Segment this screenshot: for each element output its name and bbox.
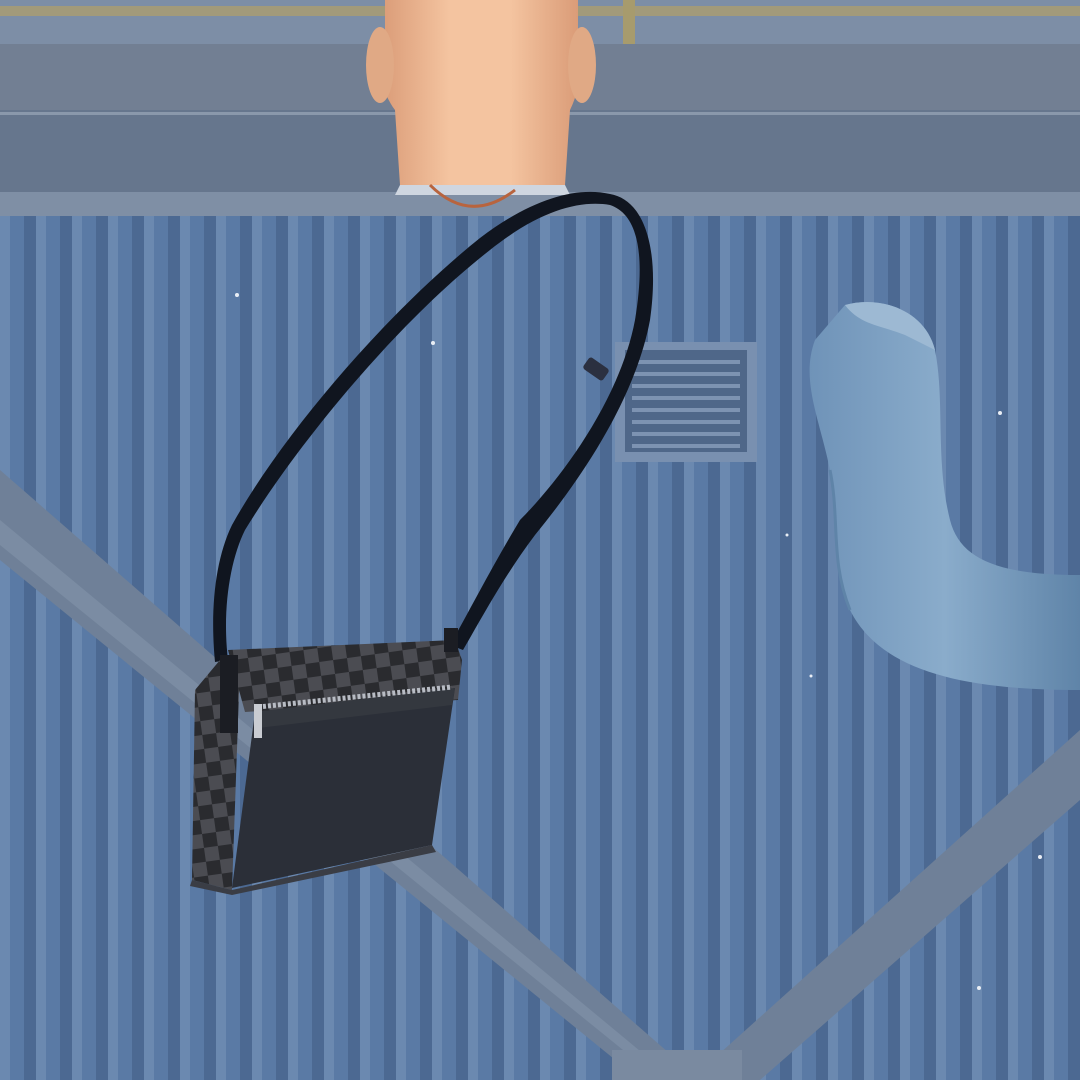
game-scene (0, 0, 1080, 1080)
character-head (366, 0, 596, 208)
messenger-bag (190, 628, 462, 895)
scene-canvas (0, 0, 1080, 1080)
zipper-pull (254, 704, 262, 738)
